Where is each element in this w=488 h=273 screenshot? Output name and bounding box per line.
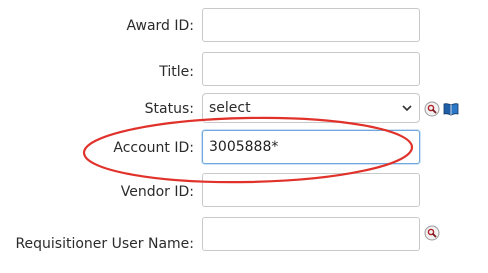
account-id-label: Account ID: — [113, 140, 194, 156]
status-lookup-icon[interactable] — [424, 101, 440, 117]
title-input[interactable] — [202, 52, 420, 86]
status-select-value: select — [209, 100, 251, 116]
title-label: Title: — [159, 64, 194, 80]
requisitioner-user-name-input[interactable] — [202, 217, 420, 251]
search-form: Award ID: Title: Status: select Account … — [0, 0, 488, 273]
chevron-down-icon — [401, 102, 413, 114]
requisitioner-user-name-label: Requisitioner User Name: — [15, 236, 194, 252]
vendor-id-label: Vendor ID: — [120, 184, 194, 200]
award-id-label: Award ID: — [126, 18, 194, 34]
status-select[interactable]: select — [202, 93, 420, 123]
book-icon[interactable] — [443, 101, 459, 116]
award-id-input[interactable] — [202, 8, 420, 42]
requisitioner-lookup-icon[interactable] — [424, 225, 440, 241]
status-label: Status: — [144, 101, 194, 117]
vendor-id-input[interactable] — [202, 173, 420, 207]
account-id-input[interactable] — [202, 130, 420, 164]
